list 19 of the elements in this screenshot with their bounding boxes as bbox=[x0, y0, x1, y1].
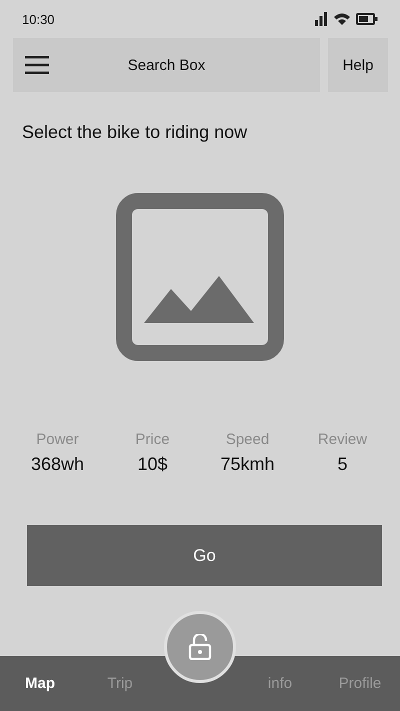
status-time: 10:30 bbox=[22, 12, 55, 26]
stat-label: Price bbox=[135, 431, 170, 448]
stat-label: Review bbox=[318, 431, 368, 448]
stat-label: Speed bbox=[226, 431, 270, 448]
go-button[interactable]: Go bbox=[27, 525, 382, 586]
nav-tab[interactable]: Map bbox=[0, 675, 80, 692]
stat-value: 368wh bbox=[30, 454, 84, 475]
signal-icon bbox=[314, 12, 328, 26]
screen-title: Select the bike to riding now bbox=[22, 122, 248, 143]
stat-value: 5 bbox=[337, 454, 348, 475]
battery-icon bbox=[356, 13, 378, 25]
padlock-icon bbox=[188, 634, 212, 660]
image-placeholder-icon bbox=[116, 193, 284, 361]
wifi-icon bbox=[333, 12, 351, 26]
stat-label: Power bbox=[36, 431, 79, 448]
stat-value: 10$ bbox=[137, 454, 168, 475]
help-button[interactable]: Help bbox=[328, 38, 388, 92]
menu-icon[interactable] bbox=[25, 56, 49, 74]
stat-value: 75kmh bbox=[220, 454, 275, 475]
